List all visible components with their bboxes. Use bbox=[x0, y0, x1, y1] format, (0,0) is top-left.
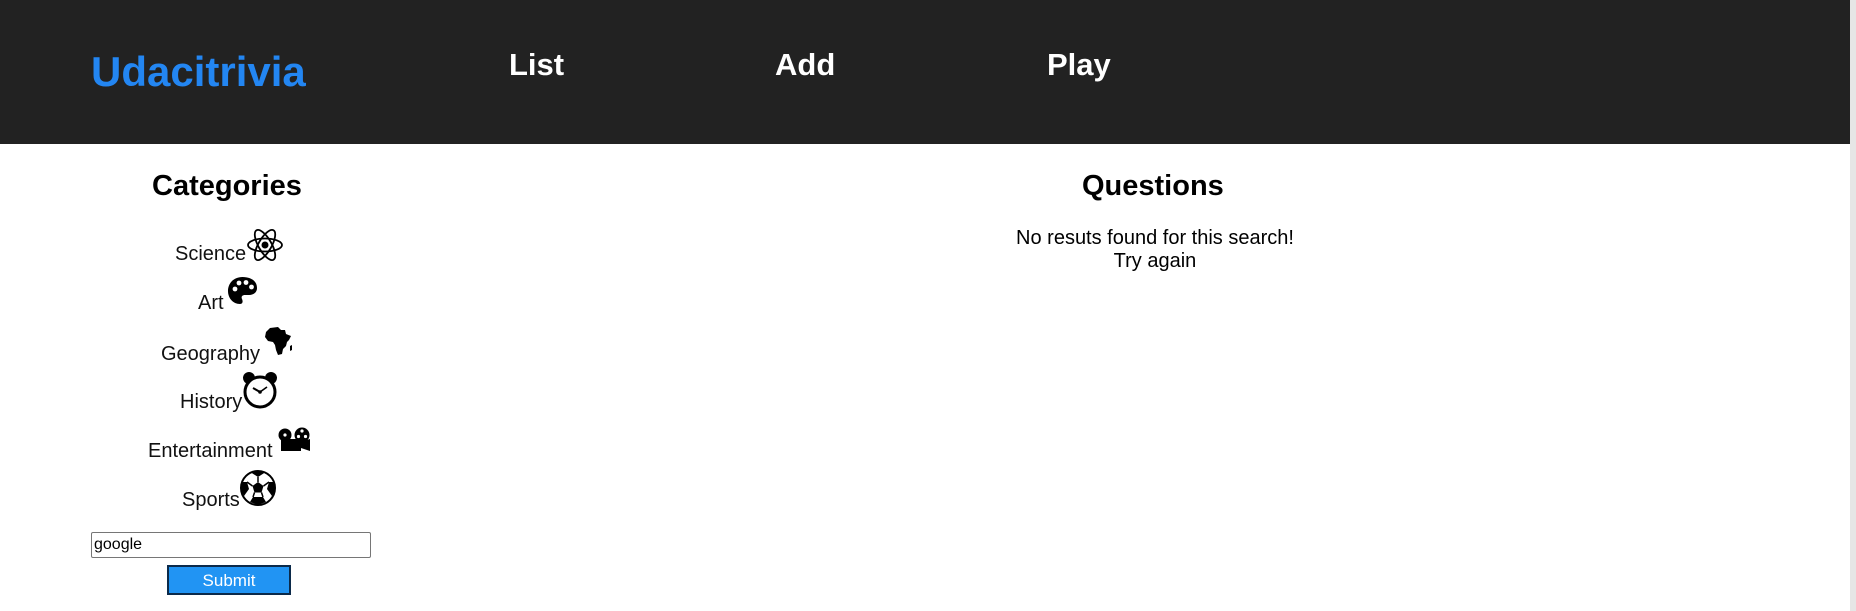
category-history[interactable]: History bbox=[180, 391, 242, 414]
category-geography[interactable]: Geography bbox=[161, 343, 260, 366]
search-input[interactable] bbox=[91, 532, 371, 558]
questions-title: Questions bbox=[1082, 170, 1224, 202]
category-art[interactable]: Art bbox=[198, 292, 224, 315]
nav-play[interactable]: Play bbox=[1047, 47, 1111, 83]
categories-title: Categories bbox=[152, 170, 302, 202]
sports-ball-icon[interactable] bbox=[238, 469, 278, 512]
try-again-text: Try again bbox=[1113, 250, 1197, 272]
no-results-message: No resuts found for this search! bbox=[1016, 227, 1294, 249]
category-label: Geography bbox=[161, 343, 260, 365]
history-clock-icon[interactable] bbox=[241, 371, 279, 414]
entertainment-projector-icon[interactable] bbox=[277, 427, 312, 458]
science-atom-icon[interactable] bbox=[246, 227, 284, 268]
category-label: Sports bbox=[182, 489, 240, 511]
scrollbar[interactable] bbox=[1850, 0, 1856, 611]
category-entertainment[interactable]: Entertainment bbox=[148, 440, 273, 463]
art-palette-icon[interactable] bbox=[227, 276, 258, 311]
category-label: History bbox=[180, 391, 243, 413]
nav-add[interactable]: Add bbox=[775, 47, 835, 83]
submit-button[interactable]: Submit bbox=[167, 565, 291, 595]
category-sports[interactable]: Sports bbox=[182, 489, 240, 512]
category-label: Science bbox=[175, 243, 247, 265]
category-label: Entertainment bbox=[148, 440, 273, 462]
header-bar: Udacitrivia List Add Play bbox=[0, 0, 1850, 144]
brand-logo-link[interactable]: Udacitrivia bbox=[91, 48, 306, 96]
category-science[interactable]: Science bbox=[175, 243, 246, 266]
geography-africa-icon[interactable] bbox=[264, 326, 294, 361]
category-label: Art bbox=[198, 292, 224, 314]
nav-list[interactable]: List bbox=[509, 47, 564, 83]
